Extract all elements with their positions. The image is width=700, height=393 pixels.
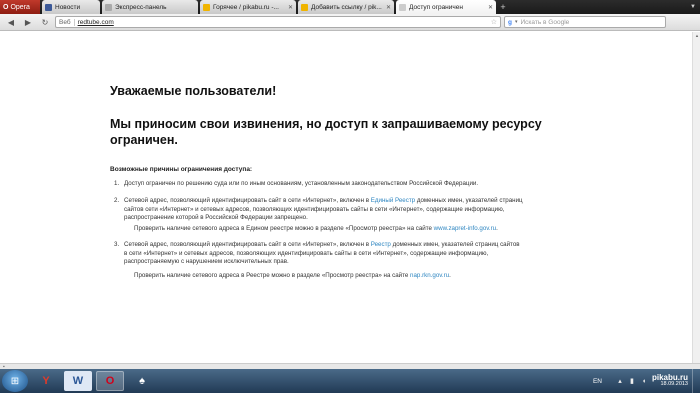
network-icon[interactable]: ▮ <box>628 377 636 385</box>
tab-speed-dial[interactable]: Экспресс-панель <box>102 0 198 14</box>
reason-number: 1. <box>114 180 120 187</box>
new-tab-button[interactable]: + <box>496 0 510 14</box>
pikabu-favicon-icon <box>203 3 210 11</box>
tab-access-restricted[interactable]: Доступ ограничен ✕ <box>396 0 496 14</box>
address-toolbar: ◀ ▶ ↻ Веб redtube.com ☆ g ▾ Искать в Goo… <box>0 14 700 31</box>
reason-text: Сетевой адрес, позволяющий идентифициров… <box>124 241 371 248</box>
check-text-end: . <box>449 272 451 279</box>
system-tray: EN ▴ ▮ ◖ pikabu.ru 18.09.2013 <box>593 374 692 388</box>
speed-dial-icon <box>105 3 112 11</box>
vertical-scrollbar[interactable]: ▲ ▼ <box>692 32 700 369</box>
clock[interactable]: pikabu.ru 18.09.2013 <box>652 374 688 388</box>
page-favicon-icon <box>399 3 406 11</box>
check-note: Проверить наличие сетевого адреса в Реес… <box>134 272 451 279</box>
reasons-title: Возможные причины ограничения доступа: <box>110 166 253 173</box>
windows-taskbar: ⊞ Y W O ♠ EN ▴ ▮ ◖ pikabu.ru 18.09.2013 <box>0 369 700 393</box>
language-indicator[interactable]: EN <box>593 378 602 385</box>
search-engine-dropdown-icon[interactable]: ▾ <box>515 19 518 25</box>
nap-rkn-link[interactable]: nap.rkn.gov.ru <box>410 272 449 279</box>
registry-link[interactable]: Реестр <box>371 241 391 248</box>
tab-pikabu-add-link[interactable]: Добавить ссылку / pik... ✕ <box>298 0 394 14</box>
reason-item: 1. Доступ ограничен по решению суда или … <box>114 180 524 189</box>
opera-logo-icon: O <box>3 3 9 11</box>
back-icon[interactable]: ◀ <box>4 16 18 28</box>
address-field[interactable]: Веб redtube.com ☆ <box>55 16 501 28</box>
volume-icon[interactable]: ◖ <box>640 377 648 385</box>
reason-item: 2. Сетевой адрес, позволяющий идентифици… <box>114 197 524 223</box>
forward-icon[interactable]: ▶ <box>21 16 35 28</box>
tab-label: Новости <box>55 3 81 11</box>
watermark-text: pikabu.ru <box>651 373 688 382</box>
tab-list-icon[interactable]: ▼ <box>686 0 700 14</box>
web-badge: Веб <box>59 18 75 26</box>
tab-label: Горячее / pikabu.ru -... <box>213 3 279 11</box>
page-title: Уважаемые пользователи! <box>110 84 277 98</box>
reason-number: 2. <box>114 197 120 204</box>
apology-heading: Мы приносим свои извинения, но доступ к … <box>110 117 542 147</box>
check-text: Проверить наличие сетевого адреса в Един… <box>134 225 434 232</box>
tab-close-icon[interactable]: ✕ <box>386 4 391 11</box>
tab-bar: O Opera Новости Экспресс-панель Горячее … <box>0 0 700 14</box>
tab-close-icon[interactable]: ✕ <box>488 4 493 11</box>
tab-news[interactable]: Новости <box>42 0 100 14</box>
search-input[interactable]: g ▾ Искать в Google <box>504 16 666 28</box>
url-text: redtube.com <box>77 18 114 26</box>
google-icon: g <box>508 18 512 26</box>
reason-item: 3. Сетевой адрес, позволяющий идентифици… <box>114 241 524 267</box>
reason-text: Доступ ограничен по решению суда или по … <box>124 180 479 187</box>
tab-pikabu-hot[interactable]: Горячее / pikabu.ru -... ✕ <box>200 0 296 14</box>
unified-registry-link[interactable]: Единый Реестр <box>371 197 415 204</box>
bookmark-star-icon[interactable]: ☆ <box>491 18 497 26</box>
pikabu-favicon-icon <box>301 3 308 11</box>
show-desktop-button[interactable] <box>692 369 700 393</box>
zapret-info-link[interactable]: www.zapret-info.gov.ru <box>434 225 496 232</box>
date-text: 18.09.2013 <box>660 381 688 387</box>
opera-menu-label: Opera <box>10 3 30 11</box>
opera-menu-button[interactable]: O Opera <box>0 0 40 14</box>
search-placeholder: Искать в Google <box>520 18 570 26</box>
check-text: Проверить наличие сетевого адреса в Реес… <box>134 272 411 279</box>
tab-label: Экспресс-панель <box>115 3 167 11</box>
tab-favicon-icon <box>45 3 52 11</box>
start-button[interactable]: ⊞ <box>2 370 28 392</box>
tab-label: Добавить ссылку / pik... <box>311 3 382 11</box>
yandex-browser-icon[interactable]: Y <box>32 371 60 391</box>
scroll-up-icon[interactable]: ▲ <box>694 33 700 38</box>
check-note: Проверить наличие сетевого адреса в Един… <box>134 225 498 232</box>
solitaire-icon[interactable]: ♠ <box>128 371 156 391</box>
opera-taskbar-icon[interactable]: O <box>96 371 124 391</box>
reason-text: Сетевой адрес, позволяющий идентифициров… <box>124 197 371 204</box>
tray-arrow-icon[interactable]: ▴ <box>616 377 624 385</box>
check-text-end: . <box>496 225 498 232</box>
reload-icon[interactable]: ↻ <box>38 16 52 28</box>
tab-label: Доступ ограничен <box>409 3 463 11</box>
tab-close-icon[interactable]: ✕ <box>288 4 293 11</box>
word-icon[interactable]: W <box>64 371 92 391</box>
reason-number: 3. <box>114 241 120 248</box>
